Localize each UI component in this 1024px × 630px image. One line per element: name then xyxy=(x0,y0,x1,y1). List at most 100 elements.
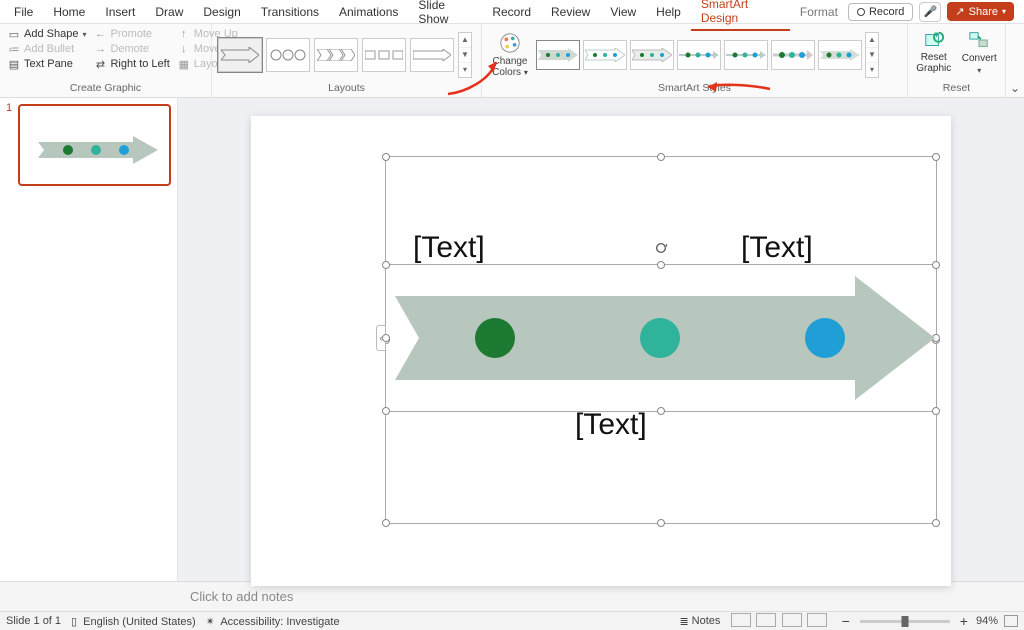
person-icon: ✴ xyxy=(206,616,215,628)
layout-thumb[interactable] xyxy=(410,38,454,72)
bullet-icon: ≔ xyxy=(8,43,20,55)
view-buttons xyxy=(730,613,827,630)
ribbon-collapse-button[interactable]: ⌄ xyxy=(1006,24,1024,97)
record-dot-icon xyxy=(857,8,865,16)
voice-button[interactable]: 🎤 xyxy=(919,2,941,22)
group-layouts: ▲ ▼ ▾ Layouts xyxy=(212,24,482,97)
tab-insert[interactable]: Insert xyxy=(95,1,145,23)
work-area: 1 xyxy=(0,98,1024,581)
tab-transitions[interactable]: Transitions xyxy=(251,1,329,23)
slideshow-view-button[interactable] xyxy=(807,613,827,627)
language-indicator[interactable]: ▯ English (United States) xyxy=(71,615,196,628)
layout-icon: ▦ xyxy=(178,58,190,70)
styles-scroll[interactable]: ▲ ▼ ▾ xyxy=(865,32,879,78)
reset-graphic-button[interactable]: Reset Graphic xyxy=(914,29,954,82)
accessibility-checker[interactable]: ✴ Accessibility: Investigate xyxy=(206,615,340,628)
tab-help[interactable]: Help xyxy=(646,1,691,23)
scroll-down-icon[interactable]: ▼ xyxy=(459,48,471,63)
smartart-preview-icon xyxy=(38,136,158,164)
tab-animations[interactable]: Animations xyxy=(329,1,408,23)
share-label: Share xyxy=(969,6,998,18)
style-thumb[interactable] xyxy=(536,40,580,70)
tab-format[interactable]: Format xyxy=(790,1,848,23)
smartart-text-placeholder[interactable]: [Text] xyxy=(741,231,813,265)
scroll-down-icon[interactable]: ▼ xyxy=(866,48,878,63)
layout-thumb[interactable] xyxy=(314,38,358,72)
add-shape-button[interactable]: ▭ Add Shape ▾ xyxy=(6,27,88,41)
rtl-button[interactable]: ⇄ Right to Left xyxy=(92,57,171,71)
chevron-down-icon: ▾ xyxy=(977,66,981,75)
smartart-text-placeholder[interactable]: [Text] xyxy=(575,408,647,442)
convert-button[interactable]: Convert ▾ xyxy=(960,29,1000,82)
share-icon: ↗ xyxy=(955,5,964,18)
tab-view[interactable]: View xyxy=(600,1,646,23)
zoom-out-button[interactable]: − xyxy=(838,613,854,629)
layouts-gallery[interactable]: ▲ ▼ ▾ xyxy=(218,32,472,78)
chevron-down-icon: ⌄ xyxy=(1010,81,1020,95)
styles-gallery[interactable]: ▲ ▼ ▾ xyxy=(536,32,879,78)
rtl-icon: ⇄ xyxy=(94,58,106,70)
slide-counter: Slide 1 of 1 xyxy=(6,615,61,627)
gallery-more-icon[interactable]: ▾ xyxy=(866,63,878,77)
slide-thumbnails-pane[interactable]: 1 xyxy=(0,98,178,581)
smartart-text-placeholder[interactable]: [Text] xyxy=(413,231,485,265)
promote-button: ← Promote xyxy=(92,27,171,41)
status-bar: Slide 1 of 1 ▯ English (United States) ✴… xyxy=(0,611,1024,630)
normal-view-button[interactable] xyxy=(731,613,751,627)
share-button[interactable]: ↗ Share ▾ xyxy=(947,2,1014,21)
record-button[interactable]: Record xyxy=(848,3,913,21)
slide-canvas[interactable]: ‹ [Text] [Text] [Text] xyxy=(178,98,1024,581)
notes-placeholder: Click to add notes xyxy=(190,589,293,604)
tab-draw[interactable]: Draw xyxy=(145,1,193,23)
promote-icon: ← xyxy=(94,28,106,40)
chevron-down-icon: ▾ xyxy=(1002,7,1006,16)
slide-thumbnail[interactable] xyxy=(18,104,171,186)
zoom-slider[interactable] xyxy=(860,620,950,623)
book-icon: ▯ xyxy=(71,616,77,628)
group-create-graphic: ▭ Add Shape ▾ ≔ Add Bullet ▤ Text Pane ←… xyxy=(0,24,212,97)
smartart-arrow-graphic[interactable] xyxy=(395,276,935,400)
up-icon: ↑ xyxy=(178,28,190,40)
group-smartart-styles: Change Colors ▾ ▲ ▼ ▾ SmartArt Styles xyxy=(482,24,908,97)
tab-file[interactable]: File xyxy=(4,1,43,23)
tab-review[interactable]: Review xyxy=(541,1,600,23)
group-label: Create Graphic xyxy=(6,82,205,95)
layout-thumb[interactable] xyxy=(362,38,406,72)
zoom-controls: − + 94% xyxy=(838,613,1018,629)
notes-toggle[interactable]: ≣ Notes xyxy=(679,615,720,628)
sorter-view-button[interactable] xyxy=(756,613,776,627)
mic-icon: 🎤 xyxy=(924,5,938,18)
style-thumb[interactable] xyxy=(818,40,862,70)
zoom-in-button[interactable]: + xyxy=(956,613,972,629)
fit-to-window-button[interactable] xyxy=(1004,615,1018,627)
scroll-up-icon[interactable]: ▲ xyxy=(459,33,471,48)
layouts-scroll[interactable]: ▲ ▼ ▾ xyxy=(458,32,472,78)
change-colors-button[interactable]: Change Colors ▾ xyxy=(488,32,532,78)
text-pane-button[interactable]: ▤ Text Pane xyxy=(6,57,88,71)
layout-thumb[interactable] xyxy=(266,38,310,72)
down-icon: ↓ xyxy=(178,43,190,55)
slide-number: 1 xyxy=(6,102,12,114)
scroll-up-icon[interactable]: ▲ xyxy=(866,33,878,48)
group-label: Reset xyxy=(914,82,999,95)
zoom-level[interactable]: 94% xyxy=(976,615,998,627)
reading-view-button[interactable] xyxy=(782,613,802,627)
record-label: Record xyxy=(869,6,904,18)
tab-record[interactable]: Record xyxy=(482,1,541,23)
tab-home[interactable]: Home xyxy=(43,1,95,23)
style-thumb[interactable] xyxy=(630,40,674,70)
style-thumb[interactable] xyxy=(583,40,627,70)
style-thumb[interactable] xyxy=(724,40,768,70)
gallery-more-icon[interactable]: ▾ xyxy=(459,63,471,77)
style-thumb[interactable] xyxy=(771,40,815,70)
notes-icon: ≣ xyxy=(679,615,688,628)
tab-design[interactable]: Design xyxy=(193,1,250,23)
layout-thumb[interactable] xyxy=(218,38,262,72)
rotate-handle-icon[interactable] xyxy=(654,241,668,255)
style-thumb[interactable] xyxy=(677,40,721,70)
group-label: Layouts xyxy=(218,82,475,95)
add-shape-icon: ▭ xyxy=(8,28,20,40)
chevron-down-icon: ▾ xyxy=(524,68,528,77)
group-label: SmartArt Styles xyxy=(488,82,901,95)
slide[interactable]: ‹ [Text] [Text] [Text] xyxy=(251,116,951,586)
